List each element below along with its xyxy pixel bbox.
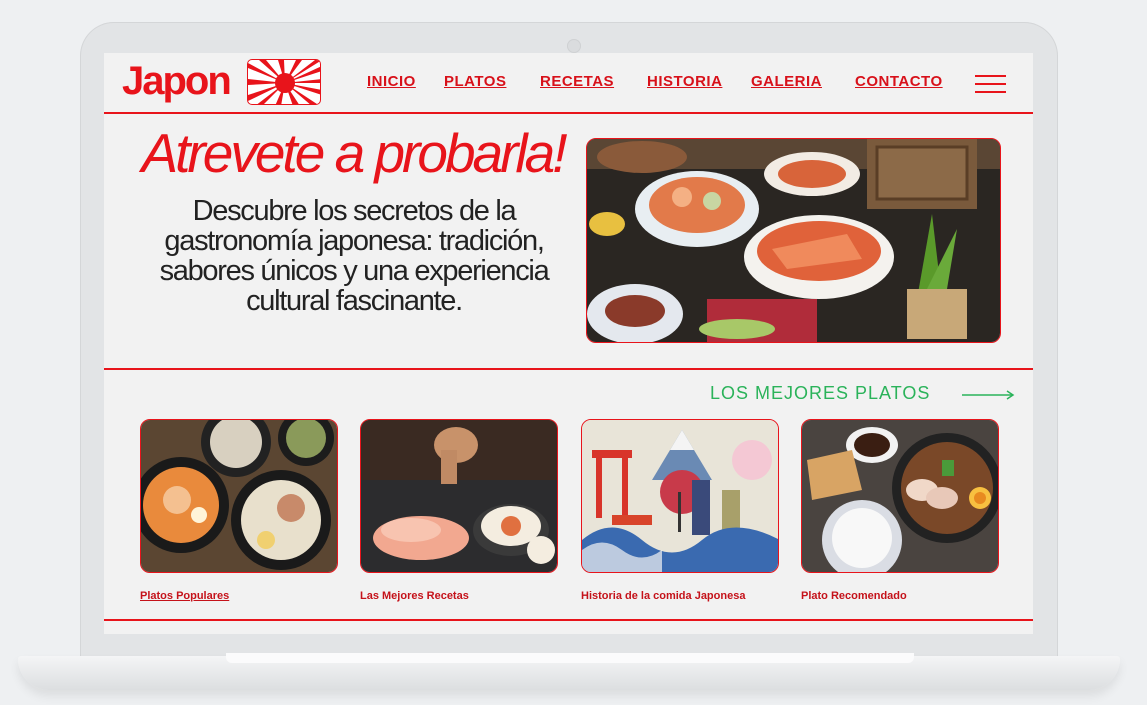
card-image-ramen[interactable] [140, 419, 338, 573]
site-logo[interactable]: Japon [122, 59, 232, 104]
card-label-mejores-recetas[interactable]: Las Mejores Recetas [360, 590, 469, 602]
section-title[interactable]: LOS MEJORES PLATOS [710, 383, 930, 404]
footer-divider [104, 619, 1033, 621]
nav-galeria[interactable]: GALERIA [751, 73, 822, 90]
website-screen: Japon INICIO PLATOS RECETAS HISTORIA GAL… [104, 53, 1033, 634]
card-image-sushi[interactable] [360, 419, 558, 573]
card-image-ramen-rice[interactable] [801, 419, 999, 573]
hero-title: Atrevete a probarla! [141, 122, 567, 184]
card-image-ukiyo-e[interactable] [581, 419, 779, 573]
header-divider [104, 112, 1033, 114]
hamburger-menu-icon[interactable] [975, 75, 1006, 93]
card-label-plato-recomendado[interactable]: Plato Recomendado [801, 590, 907, 602]
card-label-historia[interactable]: Historia de la comida Japonesa [581, 590, 745, 602]
rising-sun-flag-icon [247, 59, 321, 105]
webcam [567, 39, 581, 53]
nav-inicio[interactable]: INICIO [367, 73, 416, 90]
nav-contacto[interactable]: CONTACTO [855, 73, 943, 90]
arrow-right-icon[interactable] [962, 388, 1016, 400]
nav-historia[interactable]: HISTORIA [647, 73, 722, 90]
hero-subtitle: Descubre los secretos de la gastronomía … [159, 195, 550, 317]
laptop-hinge [226, 653, 914, 663]
nav-platos[interactable]: PLATOS [444, 73, 506, 90]
hero-food-image [586, 138, 1001, 343]
nav-recetas[interactable]: RECETAS [540, 73, 614, 90]
card-label-platos-populares[interactable]: Platos Populares [140, 590, 229, 602]
hero-divider [104, 368, 1033, 370]
header: Japon INICIO PLATOS RECETAS HISTORIA GAL… [104, 53, 1033, 113]
